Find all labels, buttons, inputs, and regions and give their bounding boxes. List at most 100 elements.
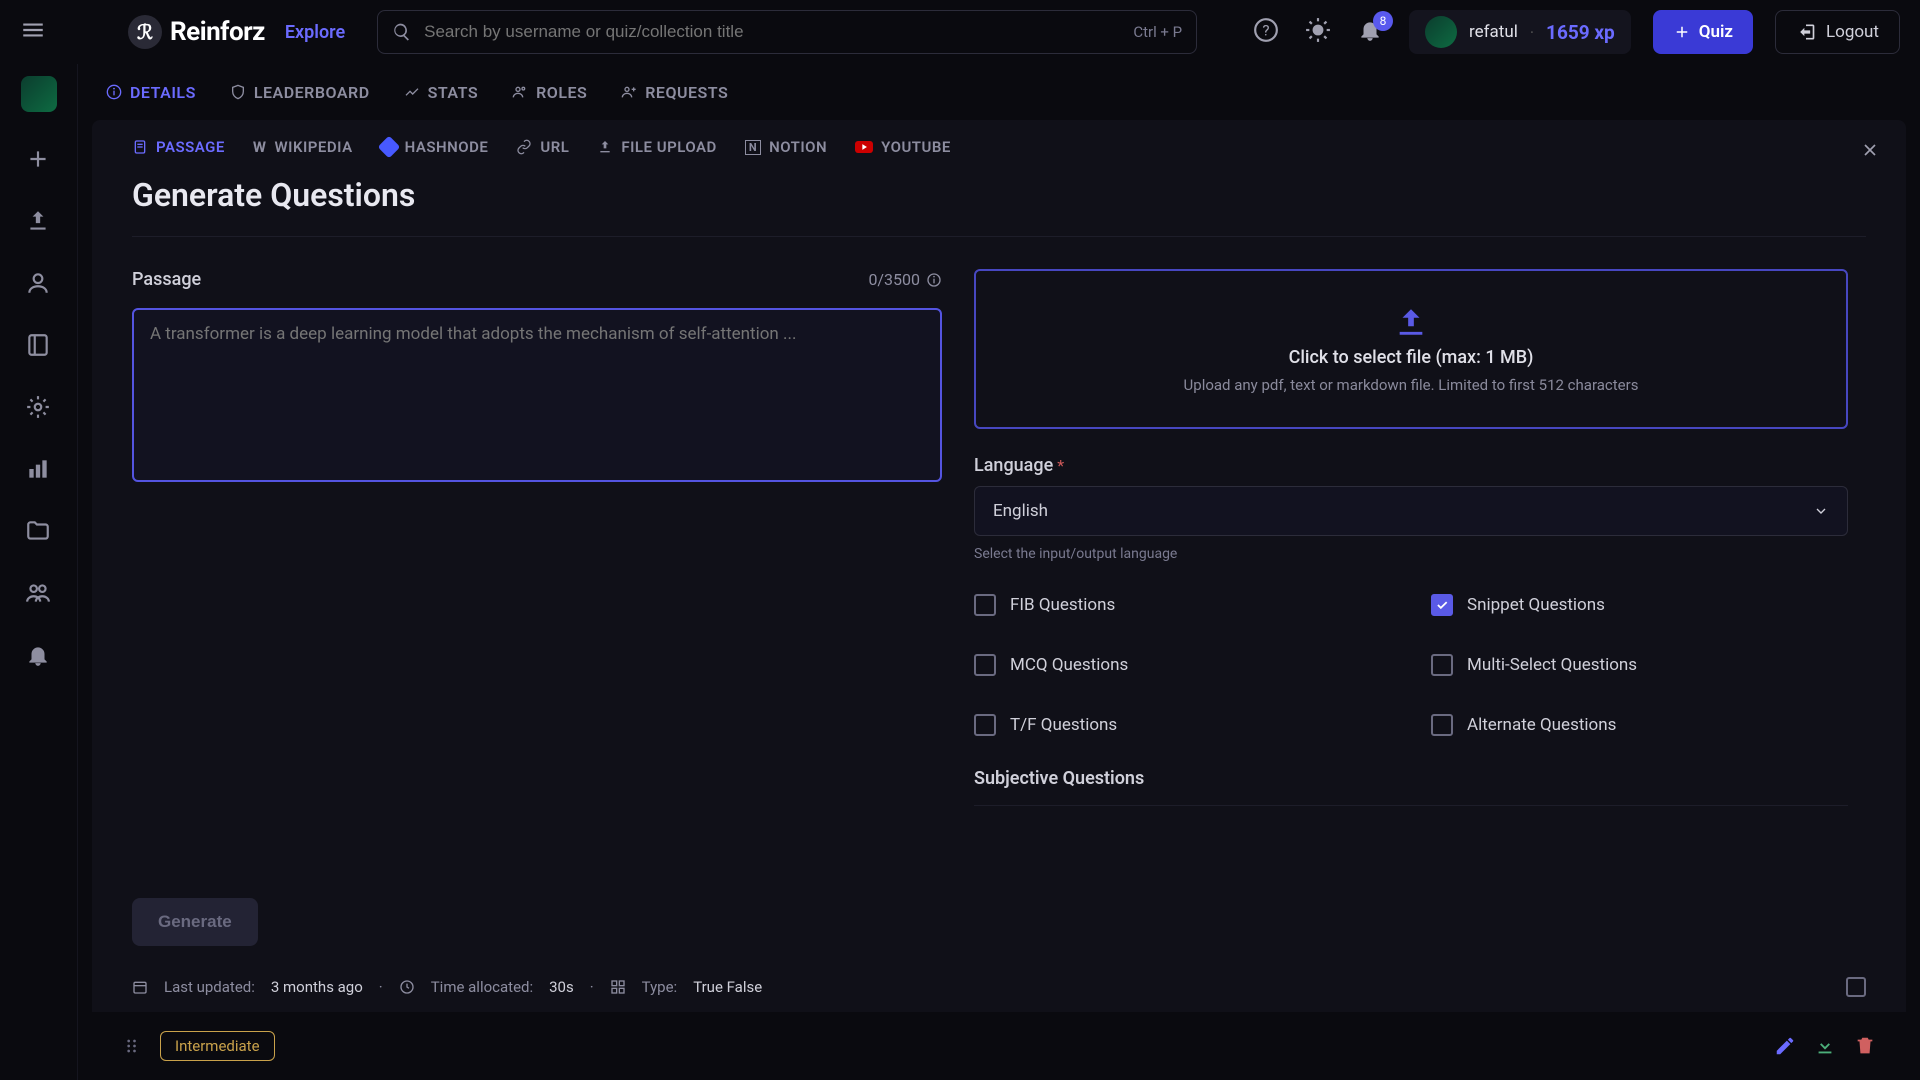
src-wikipedia[interactable]: WWIKIPEDIA (253, 138, 353, 156)
close-icon (1860, 140, 1880, 160)
last-updated-label: Last updated: (164, 978, 255, 996)
check-mcq[interactable]: MCQ Questions (974, 654, 1391, 676)
tab-leaderboard[interactable]: LEADERBOARD (230, 83, 370, 102)
drag-handle-icon[interactable] (122, 1036, 142, 1056)
language-helper: Select the input/output language (974, 546, 1848, 562)
notification-count: 8 (1373, 11, 1393, 31)
edit-button[interactable] (1774, 1035, 1796, 1057)
src-hashnode[interactable]: HASHNODE (381, 138, 489, 156)
rail-avatar[interactable] (21, 76, 57, 112)
dropzone-subtitle: Upload any pdf, text or markdown file. L… (1184, 376, 1639, 394)
upload-icon (1394, 305, 1428, 339)
rail-profile-icon[interactable] (25, 270, 53, 298)
rail-book-icon[interactable] (25, 332, 53, 360)
check-snippet[interactable]: Snippet Questions (1431, 594, 1848, 616)
last-updated-value: 3 months ago (271, 978, 363, 996)
user-plus-icon (621, 84, 637, 100)
passage-label: Passage (132, 269, 201, 290)
generate-panel: PASSAGE WWIKIPEDIA HASHNODE URL FILE UPL… (92, 120, 1906, 1012)
link-icon (516, 139, 532, 155)
help-icon[interactable]: ? (1253, 17, 1283, 47)
type-value: True False (693, 978, 762, 996)
user-menu[interactable]: refatul · 1659 xp (1409, 10, 1631, 54)
required-marker: * (1057, 456, 1064, 475)
language-value: English (993, 501, 1048, 521)
checkbox-icon (1431, 714, 1453, 736)
document-icon (132, 139, 148, 155)
src-passage[interactable]: PASSAGE (132, 138, 225, 156)
grid-icon (610, 979, 626, 995)
download-button[interactable] (1814, 1035, 1836, 1057)
info-icon (106, 84, 122, 100)
tab-requests[interactable]: REQUESTS (621, 83, 728, 102)
check-tf[interactable]: T/F Questions (974, 714, 1391, 736)
users-icon (512, 84, 528, 100)
source-tabs: PASSAGE WWIKIPEDIA HASHNODE URL FILE UPL… (92, 120, 1906, 162)
rail-settings-icon[interactable] (25, 394, 53, 422)
generate-button[interactable]: Generate (132, 898, 258, 946)
search-input[interactable] (424, 22, 1123, 42)
checkbox-icon (974, 714, 996, 736)
hashnode-icon (377, 136, 400, 159)
logout-button[interactable]: Logout (1775, 10, 1900, 54)
plus-icon (1673, 23, 1691, 41)
char-counter: 0/3500 (868, 270, 942, 289)
brand-logo[interactable]: ℛ Reinforz (128, 15, 265, 49)
calendar-icon (132, 979, 148, 995)
tab-details[interactable]: DETAILS (106, 83, 196, 102)
rail-upload-icon[interactable] (25, 208, 53, 236)
language-select[interactable]: English (974, 486, 1848, 536)
brand-name: Reinforz (170, 17, 265, 47)
rail-add-icon[interactable] (25, 146, 53, 174)
subjective-heading: Subjective Questions (974, 768, 1848, 806)
panel-heading: Generate Questions (92, 162, 1906, 236)
youtube-icon (855, 141, 873, 153)
src-file-upload[interactable]: FILE UPLOAD (597, 138, 716, 156)
language-label: Language (974, 455, 1053, 476)
src-notion[interactable]: NNOTION (745, 138, 827, 156)
check-alternate[interactable]: Alternate Questions (1431, 714, 1848, 736)
check-multi[interactable]: Multi-Select Questions (1431, 654, 1848, 676)
user-avatar (1425, 16, 1457, 48)
logo-icon: ℛ (128, 15, 162, 49)
checkbox-icon (1431, 654, 1453, 676)
select-checkbox[interactable] (1846, 977, 1866, 997)
difficulty-badge: Intermediate (160, 1031, 275, 1061)
rail-folder-icon[interactable] (25, 518, 53, 546)
svg-text:?: ? (1262, 21, 1269, 39)
meta-bar: Last updated: 3 months ago · Time alloca… (92, 962, 1906, 1012)
new-quiz-button[interactable]: Quiz (1653, 10, 1753, 54)
check-fib[interactable]: FIB Questions (974, 594, 1391, 616)
notion-icon: N (745, 140, 761, 155)
global-search[interactable]: Ctrl + P (377, 10, 1197, 54)
time-value: 30s (549, 978, 574, 996)
file-dropzone[interactable]: Click to select file (max: 1 MB) Upload … (974, 269, 1848, 429)
tab-stats[interactable]: STATS (404, 83, 479, 102)
side-rail (0, 64, 78, 1080)
time-label: Time allocated: (431, 978, 533, 996)
checkbox-icon (974, 594, 996, 616)
search-shortcut: Ctrl + P (1133, 23, 1182, 41)
dropzone-title: Click to select file (max: 1 MB) (1289, 347, 1534, 368)
rail-bell-icon[interactable] (25, 642, 53, 670)
theme-toggle-icon[interactable] (1305, 17, 1335, 47)
info-icon[interactable] (926, 272, 942, 288)
delete-button[interactable] (1854, 1035, 1876, 1057)
upload-icon (597, 139, 613, 155)
passage-textarea[interactable] (132, 308, 942, 482)
tab-roles[interactable]: ROLES (512, 83, 587, 102)
rail-stats-icon[interactable] (25, 456, 53, 484)
chevron-down-icon (1813, 503, 1829, 519)
notifications-icon[interactable]: 8 (1357, 17, 1387, 47)
username-label: refatul (1469, 22, 1518, 42)
menu-toggle[interactable] (20, 17, 50, 47)
close-panel-button[interactable] (1860, 140, 1880, 160)
rail-team-icon[interactable] (25, 580, 53, 608)
src-url[interactable]: URL (516, 138, 569, 156)
section-tabs: DETAILS LEADERBOARD STATS ROLES REQUESTS (78, 64, 1920, 120)
logout-icon (1796, 22, 1816, 42)
checkbox-icon (974, 654, 996, 676)
src-youtube[interactable]: YOUTUBE (855, 138, 951, 156)
explore-link[interactable]: Explore (285, 22, 345, 43)
xp-value: 1659 xp (1546, 21, 1615, 44)
